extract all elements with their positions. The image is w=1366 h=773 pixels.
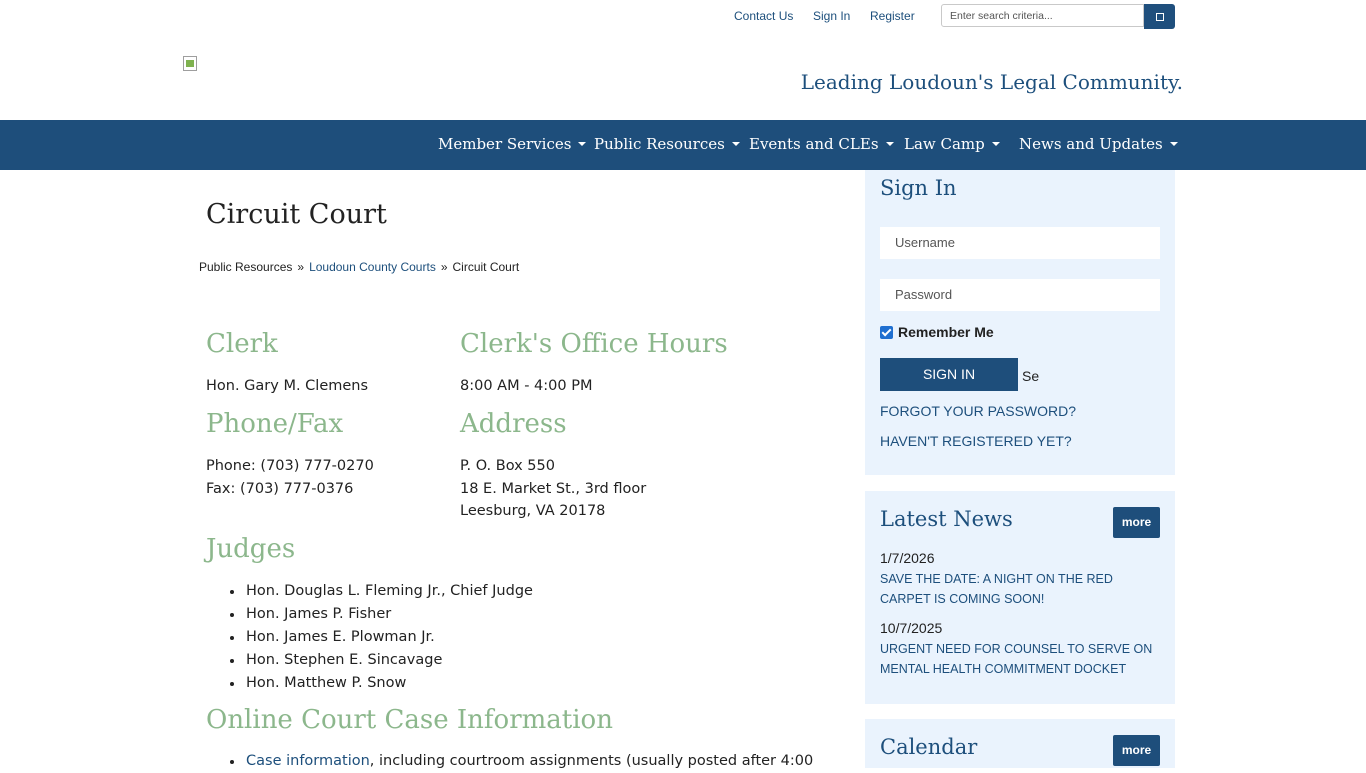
address-line-1: P. O. Box 550 <box>460 458 555 474</box>
online-case-heading: Online Court Case Information <box>206 705 613 735</box>
list-item: Hon. James E. Plowman Jr. <box>206 626 533 649</box>
news-more-button[interactable]: more <box>1113 507 1160 538</box>
caret-down-icon <box>991 142 1000 146</box>
news-date: 10/7/2025 <box>880 620 943 636</box>
online-case-list: Case information, including courtroom as… <box>206 750 813 773</box>
password-placeholder: Password <box>895 287 953 302</box>
latest-news-panel: Latest News more 1/7/2026 SAVE THE DATE:… <box>865 491 1175 704</box>
list-item: Hon. James P. Fisher <box>206 603 533 626</box>
site-tagline: Leading Loudoun's Legal Community. <box>800 70 1183 94</box>
news-date: 1/7/2026 <box>880 550 935 566</box>
broken-image-icon <box>183 56 197 71</box>
address-line-3: Leesburg, VA 20178 <box>460 503 606 519</box>
calendar-more-button[interactable]: more <box>1113 735 1160 766</box>
judges-heading: Judges <box>206 534 296 564</box>
username-field[interactable]: Username <box>880 227 1160 259</box>
judges-list: Hon. Douglas L. Fleming Jr., Chief Judge… <box>206 580 533 695</box>
sign-in-button[interactable]: SIGN IN <box>880 358 1018 391</box>
caret-down-icon <box>731 142 740 146</box>
signin-panel: Sign In Username Password Remember Me SI… <box>865 170 1175 475</box>
remember-me[interactable]: Remember Me <box>880 324 994 340</box>
signin-trailing-text: Se <box>1022 368 1040 384</box>
phone-number: Phone: (703) 777-0270 <box>206 458 374 474</box>
remember-me-label: Remember Me <box>898 324 994 340</box>
register-link[interactable]: Register <box>870 9 915 23</box>
password-field[interactable]: Password <box>880 279 1160 311</box>
sign-in-link[interactable]: Sign In <box>813 9 850 23</box>
list-item: Hon. Stephen E. Sincavage <box>206 649 533 672</box>
breadcrumb: Public Resources » Loudoun County Courts » C… <box>199 260 519 274</box>
clerk-name: Hon. Gary M. Clemens <box>206 378 369 394</box>
breadcrumb-separator: » <box>297 260 305 274</box>
caret-down-icon <box>885 142 894 146</box>
breadcrumb-parent: Public Resources <box>199 260 293 274</box>
remember-me-checkbox[interactable] <box>880 325 893 339</box>
fax-number: Fax: (703) 777-0376 <box>206 481 354 497</box>
caret-down-icon <box>1169 142 1178 146</box>
list-item: Case information, including courtroom as… <box>206 750 813 773</box>
latest-news-title: Latest News <box>880 507 1013 531</box>
nav-news-updates[interactable]: News and Updates <box>1019 135 1178 153</box>
news-title-link[interactable]: SAVE THE DATE: A NIGHT ON THE RED CARPET… <box>880 569 1165 609</box>
search-input[interactable]: Enter search criteria... <box>941 4 1144 27</box>
search-icon <box>1155 12 1164 21</box>
nav-member-services[interactable]: Member Services <box>438 135 587 153</box>
calendar-title: Calendar <box>880 735 978 759</box>
address-line-2: 18 E. Market St., 3rd floor <box>460 481 647 497</box>
nav-label: Member Services <box>438 135 572 153</box>
calendar-panel: Calendar more <box>865 719 1175 768</box>
nav-law-camp[interactable]: Law Camp <box>904 135 1000 153</box>
list-item: Hon. Douglas L. Fleming Jr., Chief Judge <box>206 580 533 603</box>
main-navigation: Member Services Public Resources Events … <box>0 120 1366 170</box>
nav-events-cles[interactable]: Events and CLEs <box>749 135 894 153</box>
case-information-link[interactable]: Case information <box>246 753 370 769</box>
case-information-text: , including courtroom assignments (usual… <box>369 753 814 769</box>
nav-label: Events and CLEs <box>749 135 879 153</box>
search-placeholder: Enter search criteria... <box>950 10 1053 22</box>
forgot-password-link[interactable]: FORGOT YOUR PASSWORD? <box>880 403 1076 419</box>
signin-title: Sign In <box>880 176 957 200</box>
site-logo[interactable] <box>183 56 199 72</box>
news-title-link[interactable]: URGENT NEED FOR COUNSEL TO SERVE ON MENT… <box>880 639 1165 679</box>
breadcrumb-separator: » <box>440 260 448 274</box>
contact-us-link[interactable]: Contact Us <box>734 9 793 23</box>
breadcrumb-current: Circuit Court <box>452 260 520 274</box>
hours-heading: Clerk's Office Hours <box>460 329 728 359</box>
hours-value: 8:00 AM - 4:00 PM <box>460 378 593 394</box>
nav-public-resources[interactable]: Public Resources <box>594 135 740 153</box>
clerk-heading: Clerk <box>206 329 278 359</box>
nav-label: Public Resources <box>594 135 725 153</box>
register-yet-link[interactable]: HAVEN'T REGISTERED YET? <box>880 433 1072 449</box>
address-heading: Address <box>460 409 567 439</box>
breadcrumb-link-courts[interactable]: Loudoun County Courts <box>309 260 436 274</box>
nav-label: News and Updates <box>1019 135 1163 153</box>
page-title: Circuit Court <box>206 199 387 230</box>
utility-bar: Contact Us Sign In Register Enter search… <box>0 0 1366 34</box>
phone-fax-heading: Phone/Fax <box>206 409 344 439</box>
username-placeholder: Username <box>895 235 955 250</box>
search-button[interactable] <box>1144 4 1175 29</box>
list-item: Hon. Matthew P. Snow <box>206 672 533 695</box>
caret-down-icon <box>578 142 587 146</box>
nav-label: Law Camp <box>904 135 985 153</box>
